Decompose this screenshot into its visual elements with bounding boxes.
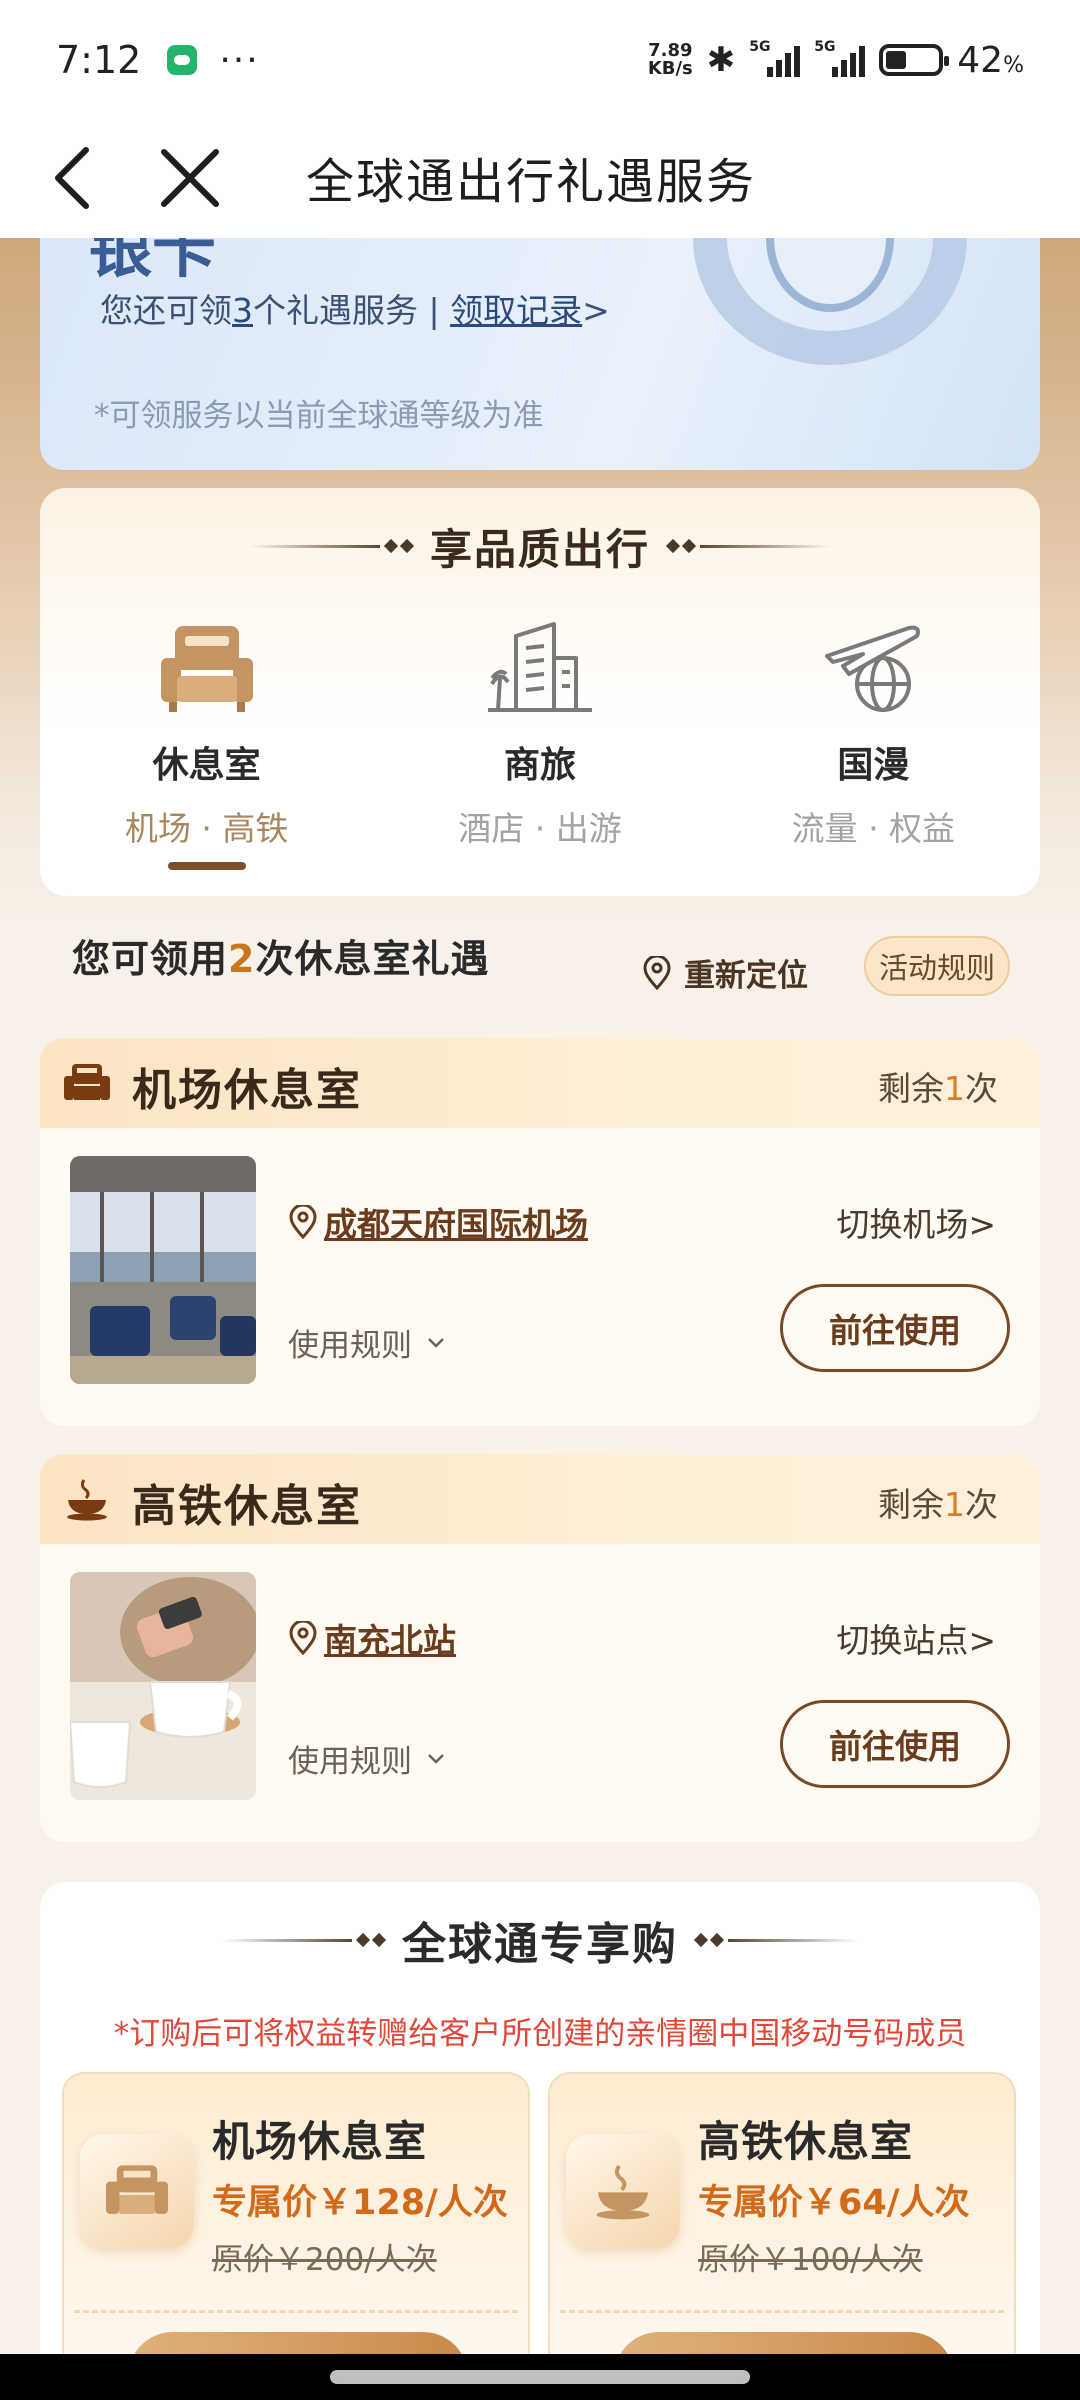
product-name: 高铁休息室 <box>698 2117 914 2166</box>
gesture-bar <box>0 2354 1080 2400</box>
status-bar: 7:12 ··· 7.89 KB/s ✱ 5G 5G 42% <box>0 0 1080 120</box>
quality-title-row: 享品质出行 <box>40 516 1040 576</box>
hsr-go-use-button[interactable]: 前往使用 <box>780 1700 1010 1788</box>
airport-lounge-title: 机场休息室 <box>132 1065 362 1116</box>
signal-icon-2: 5G <box>814 39 866 77</box>
exclusive-purchase-section: 全球通专享购 *订购后可将权益转赠给客户所创建的亲情圈中国移动号码成员 机场休息… <box>40 1882 1040 2400</box>
coffee-cup-icon <box>566 2134 680 2248</box>
airport-lounge-remaining: 剩余1次 <box>878 1069 998 1108</box>
switch-station-link[interactable]: 切换站点> <box>836 1614 996 1662</box>
product-card-airport[interactable]: 机场休息室 专属价￥128/人次 原价￥200/人次 <box>62 2072 530 2372</box>
title-ornament-right <box>693 1932 858 1948</box>
tab-lounge[interactable]: 休息室 机场 · 高铁 <box>40 618 373 878</box>
membership-card: 银卡 您还可领3个礼遇服务 | 领取记录> *可领服务以当前全球通等级为准 <box>40 238 1040 470</box>
airport-lounge-photo <box>70 1156 256 1384</box>
status-right: 7.89 KB/s ✱ 5G 5G 42% <box>648 39 1024 81</box>
tab-business-travel-sub: 酒店 · 出游 <box>458 809 622 848</box>
bluetooth-icon: ✱ <box>706 40 736 80</box>
plane-globe-icon <box>825 625 921 712</box>
signal-label-2: 5G <box>814 39 836 55</box>
airport-location[interactable]: 成都天府国际机场 <box>288 1198 588 1246</box>
airport-use-rules-toggle[interactable]: 使用规则 <box>288 1320 446 1365</box>
coffee-cup-icon <box>67 1479 107 1521</box>
quality-title: 享品质出行 <box>429 524 650 574</box>
use-rules-label: 使用规则 <box>288 1744 412 1780</box>
close-icon[interactable] <box>150 138 230 218</box>
hsr-use-rules-toggle[interactable]: 使用规则 <box>288 1736 446 1781</box>
active-tab-indicator <box>167 862 246 870</box>
tab-roaming-name: 国漫 <box>837 745 910 786</box>
hsr-lounge-header: 高铁休息室 剩余1次 <box>40 1454 1040 1544</box>
tab-business-travel[interactable]: 商旅 酒店 · 出游 <box>373 618 706 878</box>
hsr-lounge-remaining: 剩余1次 <box>878 1485 998 1524</box>
product-card-hsr[interactable]: 高铁休息室 专属价￥64/人次 原价￥100/人次 <box>548 2072 1016 2372</box>
transfer-notice: *订购后可将权益转赠给客户所创建的亲情圈中国移动号码成员 <box>113 2016 967 2052</box>
dashed-divider <box>74 2310 518 2313</box>
title-ornament-right <box>665 538 830 554</box>
relocate-button[interactable]: 重新定位 <box>642 950 808 995</box>
armchair-icon <box>80 2134 194 2248</box>
remaining-services-text: 您还可领3个礼遇服务 | 领取记录> <box>100 291 610 330</box>
location-pin-icon <box>643 955 671 990</box>
station-location[interactable]: 南充北站 <box>288 1614 456 1662</box>
hsr-lounge-photo <box>70 1572 256 1800</box>
level-note: *可领服务以当前全球通等级为准 <box>94 398 544 434</box>
shop-title-row: 全球通专享购 <box>40 1908 1040 1972</box>
quality-travel-card: 享品质出行 休息室 机场 · 高铁 商旅 酒店 · 出游 国漫 流量 · 权益 <box>40 488 1040 896</box>
switch-airport-link[interactable]: 切换机场> <box>836 1198 996 1246</box>
hsr-lounge-card: 高铁休息室 剩余1次 南充北站 切换站点> 使用规则 前往使用 <box>40 1454 1040 1842</box>
status-time: 7:12 <box>56 38 142 82</box>
product-original-price: 原价￥100/人次 <box>698 2242 923 2278</box>
shop-title: 全球通专享购 <box>402 1919 678 1970</box>
battery-percent: 42% <box>957 39 1024 81</box>
membership-level-heading: 银卡 <box>88 238 216 287</box>
use-rules-label: 使用规则 <box>288 1328 412 1364</box>
category-tabs: 休息室 机场 · 高铁 商旅 酒店 · 出游 国漫 流量 · 权益 <box>40 618 1040 878</box>
city-building-icon <box>487 622 592 712</box>
crystal-decoration-icon <box>693 238 967 365</box>
relocate-label: 重新定位 <box>684 958 808 994</box>
hsr-lounge-title: 高铁休息室 <box>132 1481 362 1532</box>
battery-icon <box>879 44 950 76</box>
net-speed-unit: KB/s <box>647 58 693 79</box>
home-indicator[interactable] <box>330 2370 750 2384</box>
tab-roaming[interactable]: 国漫 流量 · 权益 <box>707 618 1040 878</box>
nav-header: 全球通出行礼遇服务 <box>0 120 1080 238</box>
airport-lounge-header: 机场休息室 剩余1次 <box>40 1038 1040 1128</box>
cloud-app-icon <box>167 45 198 75</box>
back-arrow-icon[interactable] <box>36 138 116 218</box>
status-more: ··· <box>219 39 260 81</box>
product-original-price: 原价￥200/人次 <box>212 2242 437 2278</box>
dashed-divider <box>560 2310 1004 2313</box>
tab-roaming-sub: 流量 · 权益 <box>791 809 956 848</box>
location-pin-icon <box>289 1621 317 1655</box>
chevron-down-icon <box>428 1753 444 1764</box>
page-title: 全球通出行礼遇服务 <box>306 154 757 210</box>
net-speed: 7.89 KB/s <box>648 42 693 78</box>
lounge-count-heading: 您可领用2次休息室礼遇 <box>72 937 490 981</box>
airport-lounge-card: 机场休息室 剩余1次 成都天府国际机场 切换机场> 使用规则 前往使用 <box>40 1038 1040 1426</box>
armchair-icon <box>64 1064 110 1100</box>
product-price: 专属价￥128/人次 <box>212 2183 508 2223</box>
signal-icon: 5G <box>749 39 801 77</box>
tab-business-travel-name: 商旅 <box>503 745 576 786</box>
activity-rules-button[interactable]: 活动规则 <box>864 936 1010 996</box>
product-price: 专属价￥64/人次 <box>698 2183 970 2223</box>
airport-go-use-button[interactable]: 前往使用 <box>780 1284 1010 1372</box>
chevron-down-icon <box>428 1337 444 1348</box>
product-name: 机场休息室 <box>212 2117 428 2166</box>
location-pin-icon <box>289 1205 317 1239</box>
title-ornament-left <box>222 1932 387 1948</box>
station-name: 南充北站 <box>324 1621 456 1660</box>
armchair-icon <box>160 626 253 712</box>
tab-lounge-name: 休息室 <box>152 745 261 786</box>
airport-name: 成都天府国际机场 <box>324 1205 588 1244</box>
signal-label: 5G <box>749 39 771 55</box>
records-link[interactable]: 领取记录 <box>450 291 582 330</box>
title-ornament-left <box>249 538 415 554</box>
tab-lounge-sub: 机场 · 高铁 <box>124 809 289 848</box>
